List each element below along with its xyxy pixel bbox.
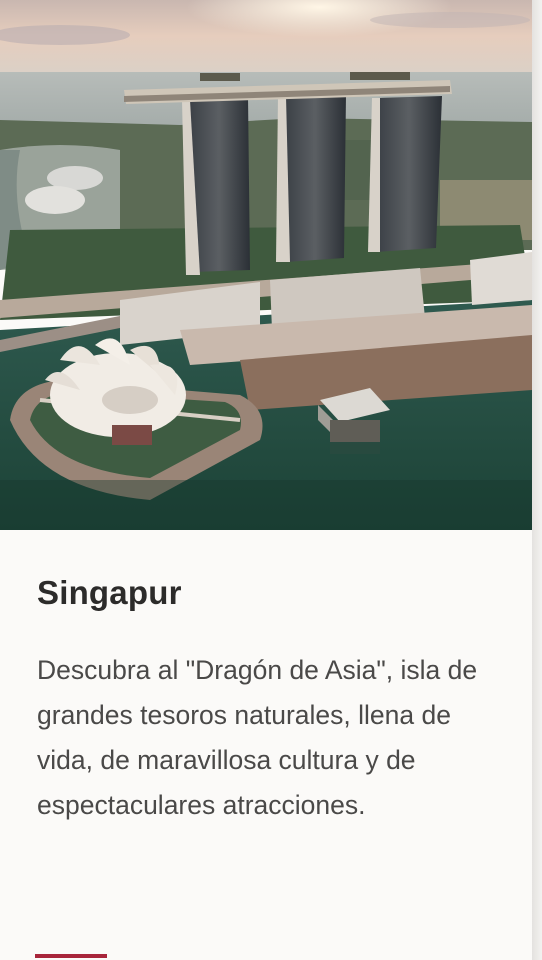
accent-divider — [35, 954, 107, 958]
page-edge-shadow — [532, 0, 542, 960]
destination-title[interactable]: Singapur — [37, 574, 182, 612]
destination-card[interactable]: Singapur Descubra al "Dragón de Asia", i… — [0, 0, 532, 960]
destination-description: Descubra al "Dragón de Asia", isla de gr… — [37, 655, 478, 820]
destination-photo[interactable] — [0, 0, 532, 530]
